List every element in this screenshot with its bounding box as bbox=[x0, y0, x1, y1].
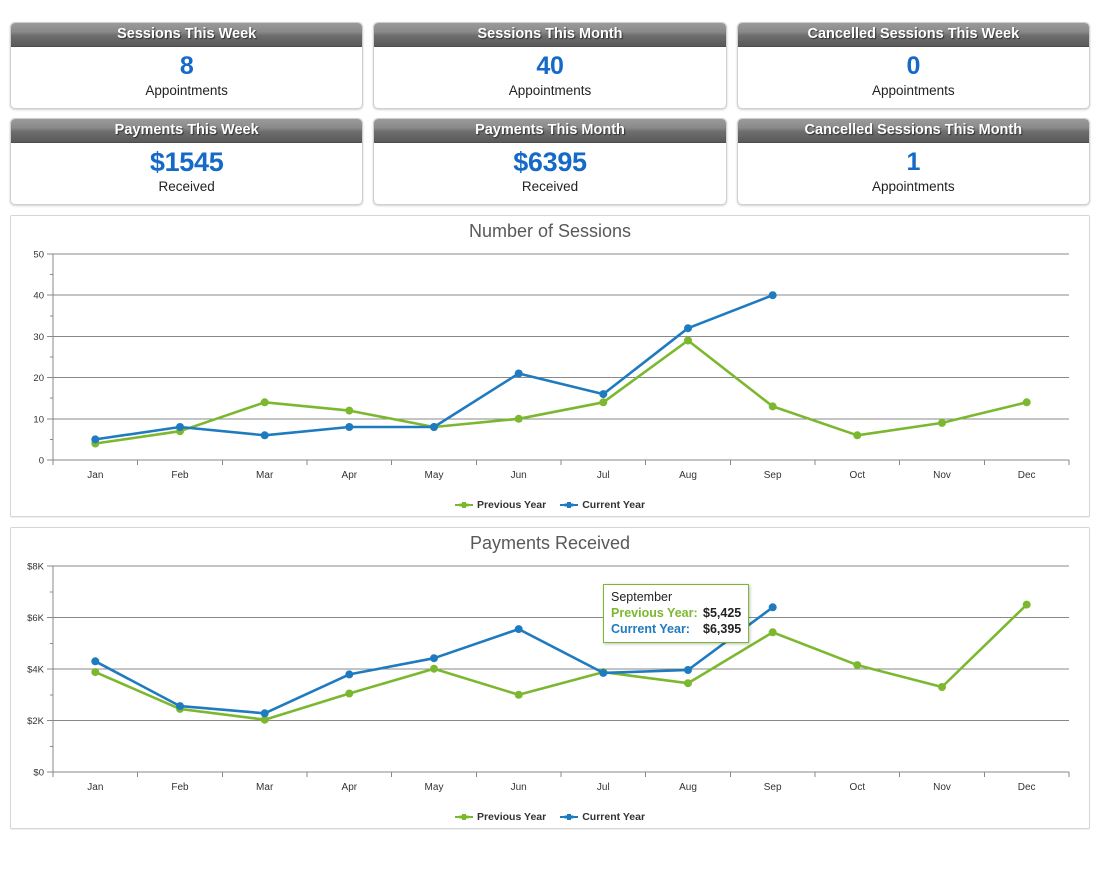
kpi-title: Cancelled Sessions This Week bbox=[737, 23, 1089, 47]
svg-text:Aug: Aug bbox=[679, 470, 697, 481]
svg-text:May: May bbox=[425, 782, 444, 793]
kpi-title: Cancelled Sessions This Month bbox=[737, 119, 1089, 143]
svg-text:0: 0 bbox=[39, 456, 44, 467]
chart-legend-sessions: Previous Year Current Year bbox=[11, 494, 1089, 516]
kpi-card-cancelled-sessions-this-month[interactable]: Cancelled Sessions This Month 1 Appointm… bbox=[736, 118, 1090, 205]
kpi-label: Received bbox=[521, 179, 579, 194]
svg-text:Nov: Nov bbox=[933, 782, 951, 793]
kpi-body: 8 Appointments bbox=[11, 47, 362, 108]
legend-label-current-year: Current Year bbox=[582, 499, 646, 511]
tooltip-value-previous-year: $5,425 bbox=[703, 606, 742, 620]
legend-item-previous-year[interactable]: Previous Year bbox=[454, 811, 547, 823]
svg-text:$4K: $4K bbox=[27, 665, 45, 676]
legend-marker-current-year-icon bbox=[560, 814, 579, 820]
kpi-body: $1545 Received bbox=[11, 143, 362, 204]
kpi-label: Received bbox=[158, 179, 215, 194]
kpi-body: 0 Appointments bbox=[738, 47, 1089, 108]
kpi-value: $6395 bbox=[513, 147, 587, 177]
kpi-body: $6395 Received bbox=[374, 143, 725, 204]
svg-text:Apr: Apr bbox=[342, 470, 358, 481]
chart-title: Number of Sessions bbox=[468, 221, 632, 241]
legend-item-previous-year[interactable]: Previous Year bbox=[454, 499, 547, 511]
svg-text:Jan: Jan bbox=[87, 470, 103, 481]
chart-legend-payments: Previous Year Current Year bbox=[11, 806, 1089, 828]
svg-text:Sep: Sep bbox=[764, 782, 782, 793]
kpi-label: Appointments bbox=[508, 83, 592, 98]
tooltip-key-previous-year: Previous Year: bbox=[611, 606, 698, 620]
legend-marker-current-year-icon bbox=[560, 502, 579, 508]
svg-text:Jun: Jun bbox=[511, 470, 527, 481]
tooltip-row-current-year: Current Year: $6,395 bbox=[611, 621, 741, 637]
kpi-card-payments-this-week[interactable]: Payments This Week $1545 Received bbox=[10, 118, 364, 205]
svg-text:Nov: Nov bbox=[933, 470, 951, 481]
kpi-title: Payments This Month bbox=[374, 119, 726, 143]
tooltip-row-previous-year: Previous Year: $5,425 bbox=[611, 605, 741, 621]
chart-panel-payments-received: Payments Received $0 $2K $4K $6K $8K Jan Feb Ma… bbox=[10, 527, 1090, 829]
kpi-label: Appointments bbox=[872, 179, 955, 194]
svg-text:Mar: Mar bbox=[256, 470, 274, 481]
svg-text:Dec: Dec bbox=[1018, 782, 1036, 793]
svg-text:30: 30 bbox=[33, 332, 44, 343]
svg-text:Aug: Aug bbox=[679, 782, 697, 793]
svg-text:Feb: Feb bbox=[171, 470, 189, 481]
svg-text:50: 50 bbox=[33, 250, 44, 261]
kpi-title: Sessions This Month bbox=[374, 23, 726, 47]
legend-label-previous-year: Previous Year bbox=[476, 499, 547, 511]
svg-text:$2K: $2K bbox=[27, 716, 45, 727]
svg-text:20: 20 bbox=[33, 373, 44, 384]
svg-text:$0: $0 bbox=[33, 768, 44, 779]
svg-text:Mar: Mar bbox=[256, 782, 274, 793]
kpi-row-bottom: Payments This Week $1545 Received Paymen… bbox=[0, 109, 1100, 205]
kpi-body: 1 Appointments bbox=[738, 143, 1089, 204]
kpi-title: Sessions This Week bbox=[11, 23, 363, 47]
plot-area-payments-received[interactable]: $0 $2K $4K $6K $8K Jan Feb Mar Apr May Jun Jul Aug Se… bbox=[11, 556, 1089, 806]
tooltip-value-current-year: $6,395 bbox=[703, 622, 742, 636]
kpi-body: 40 Appointments bbox=[374, 47, 725, 108]
dashboard-root: Sessions This Week 8 Appointments Sessio… bbox=[0, 0, 1100, 880]
svg-text:Oct: Oct bbox=[850, 470, 866, 481]
svg-text:Jun: Jun bbox=[511, 782, 527, 793]
kpi-card-payments-this-month[interactable]: Payments This Month $6395 Received bbox=[373, 118, 727, 205]
kpi-card-sessions-this-week[interactable]: Sessions This Week 8 Appointments bbox=[10, 22, 364, 109]
svg-text:Sep: Sep bbox=[764, 470, 782, 481]
legend-marker-previous-year-icon bbox=[454, 502, 473, 508]
legend-label-previous-year: Previous Year bbox=[476, 811, 547, 823]
legend-marker-previous-year-icon bbox=[454, 814, 473, 820]
tooltip-key-current-year: Current Year: bbox=[611, 622, 690, 636]
svg-text:$8K: $8K bbox=[27, 562, 45, 573]
svg-text:Dec: Dec bbox=[1018, 470, 1036, 481]
svg-text:10: 10 bbox=[33, 414, 44, 425]
svg-text:40: 40 bbox=[33, 291, 44, 302]
svg-text:Jul: Jul bbox=[597, 782, 610, 793]
svg-text:Feb: Feb bbox=[171, 782, 189, 793]
plot-area-number-of-sessions[interactable]: 0 10 20 30 40 50 Jan Feb Mar Apr May Jun Jul Aug Sep Oc… bbox=[11, 244, 1089, 494]
kpi-value: $1545 bbox=[149, 147, 224, 177]
chart-panel-number-of-sessions: Number of Sessions 0 10 20 30 40 50 Jan Feb Mar A… bbox=[10, 215, 1090, 517]
kpi-row-top: Sessions This Week 8 Appointments Sessio… bbox=[0, 0, 1100, 109]
legend-label-current-year: Current Year bbox=[582, 811, 646, 823]
kpi-card-cancelled-sessions-this-week[interactable]: Cancelled Sessions This Week 0 Appointme… bbox=[736, 22, 1090, 109]
svg-text:May: May bbox=[425, 470, 444, 481]
kpi-label: Appointments bbox=[145, 83, 228, 98]
svg-text:$6K: $6K bbox=[27, 613, 45, 624]
kpi-value: 8 bbox=[179, 52, 194, 80]
kpi-label: Appointments bbox=[872, 83, 955, 98]
kpi-title: Payments This Week bbox=[11, 119, 363, 143]
svg-text:Oct: Oct bbox=[850, 782, 866, 793]
svg-text:Jan: Jan bbox=[87, 782, 103, 793]
legend-item-current-year[interactable]: Current Year bbox=[560, 499, 645, 511]
svg-text:Apr: Apr bbox=[342, 782, 358, 793]
line-chart-sessions: 0 10 20 30 40 50 Jan Feb Mar Apr May Jun Jul Aug Sep Oc… bbox=[33, 250, 1070, 481]
chart-title: Payments Received bbox=[469, 533, 631, 553]
legend-item-current-year[interactable]: Current Year bbox=[560, 811, 645, 823]
kpi-value: 0 bbox=[906, 52, 921, 80]
kpi-card-sessions-this-month[interactable]: Sessions This Month 40 Appointments bbox=[373, 22, 727, 109]
chart-tooltip-september: September Previous Year: $5,425 Current … bbox=[603, 584, 750, 643]
kpi-value: 40 bbox=[536, 52, 564, 80]
svg-text:Jul: Jul bbox=[597, 470, 610, 481]
line-chart-payments: $0 $2K $4K $6K $8K Jan Feb Mar Apr May Jun Jul Aug Se… bbox=[27, 562, 1070, 793]
kpi-value: 1 bbox=[906, 148, 921, 176]
tooltip-month: September bbox=[611, 590, 673, 604]
